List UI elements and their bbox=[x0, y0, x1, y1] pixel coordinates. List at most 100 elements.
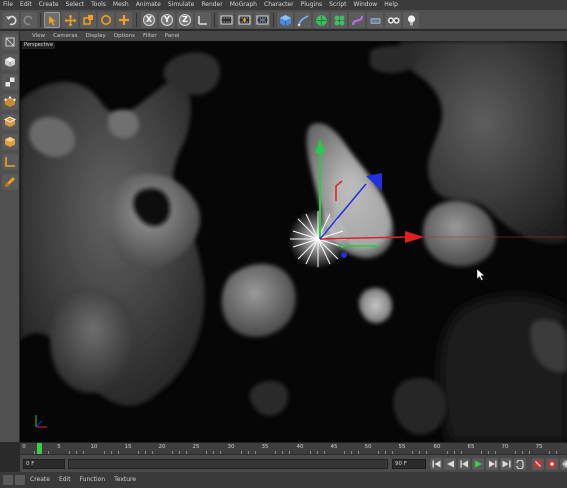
axis-mode-icon[interactable] bbox=[2, 174, 18, 190]
menu-edit[interactable]: Edit bbox=[20, 0, 32, 10]
perspective-viewport[interactable]: Perspective bbox=[20, 41, 567, 442]
cube-primitive-icon[interactable] bbox=[277, 12, 293, 28]
render-settings-icon[interactable] bbox=[254, 12, 270, 28]
autokey-icon[interactable] bbox=[546, 458, 558, 470]
workplane-icon[interactable] bbox=[2, 154, 18, 170]
undo-icon[interactable] bbox=[3, 12, 19, 28]
axis-y-toggle[interactable]: Y bbox=[159, 12, 175, 28]
move-tool-icon[interactable] bbox=[62, 12, 78, 28]
timeline-tick: 30 bbox=[227, 444, 235, 450]
menu-render[interactable]: Render bbox=[201, 0, 222, 10]
timeline-tick: 15 bbox=[124, 444, 132, 450]
timeline-tick: 25 bbox=[192, 444, 200, 450]
timeline-tick: 55 bbox=[398, 444, 406, 450]
coordinate-system-icon[interactable] bbox=[195, 12, 211, 28]
scale-tool-icon[interactable] bbox=[80, 12, 96, 28]
environment-icon[interactable] bbox=[367, 12, 383, 28]
make-editable-icon[interactable] bbox=[2, 34, 18, 50]
goto-end-icon[interactable] bbox=[500, 458, 512, 470]
menu-select[interactable]: Select bbox=[66, 0, 85, 10]
menu-mograph[interactable]: MoGraph bbox=[230, 0, 257, 10]
timeline-tick: 75 bbox=[535, 444, 543, 450]
end-frame-field[interactable]: 90 F bbox=[392, 459, 426, 469]
play-forward-icon[interactable] bbox=[472, 458, 484, 470]
goto-start-icon[interactable] bbox=[430, 458, 442, 470]
texture-mode-icon[interactable] bbox=[2, 74, 18, 90]
preview-range-slider[interactable] bbox=[68, 459, 388, 469]
timeline-tick: 45 bbox=[330, 444, 338, 450]
material-menu-texture[interactable]: Texture bbox=[114, 472, 136, 488]
edges-mode-icon[interactable] bbox=[2, 114, 18, 130]
timeline-tick: 0 bbox=[22, 444, 26, 450]
menu-character[interactable]: Character bbox=[264, 0, 294, 10]
menu-mesh[interactable]: Mesh bbox=[113, 0, 129, 10]
spline-pen-icon[interactable] bbox=[295, 12, 311, 28]
timeline-tick: 40 bbox=[296, 444, 304, 450]
render-picture-viewer-icon[interactable] bbox=[236, 12, 252, 28]
render-view-icon[interactable] bbox=[218, 12, 234, 28]
menu-window[interactable]: Window bbox=[354, 0, 378, 10]
menu-script[interactable]: Script bbox=[329, 0, 346, 10]
camera-icon[interactable] bbox=[385, 12, 401, 28]
axis-z-label: Z bbox=[182, 15, 188, 24]
rotate-tool-icon[interactable] bbox=[98, 12, 114, 28]
menu-animate[interactable]: Animate bbox=[136, 0, 161, 10]
start-frame-field[interactable]: 0 F bbox=[23, 459, 65, 469]
timeline-tick: 5 bbox=[57, 444, 61, 450]
menu-file[interactable]: File bbox=[3, 0, 13, 10]
points-mode-icon[interactable] bbox=[2, 94, 18, 110]
vp-menu-cameras[interactable]: Cameras bbox=[53, 31, 77, 41]
deformer-icon[interactable] bbox=[349, 12, 365, 28]
timeline-tick: 60 bbox=[433, 444, 441, 450]
record-keyframe-icon[interactable] bbox=[532, 458, 544, 470]
vp-menu-filter[interactable]: Filter bbox=[143, 31, 157, 41]
playback-controls: 0 F 90 F bbox=[20, 454, 567, 472]
array-cloner-icon[interactable] bbox=[331, 12, 347, 28]
menu-help[interactable]: Help bbox=[384, 0, 398, 10]
step-backward-icon[interactable] bbox=[458, 458, 470, 470]
loop-icon[interactable] bbox=[514, 458, 526, 470]
play-backward-icon[interactable] bbox=[444, 458, 456, 470]
timeline-tick: 65 bbox=[467, 444, 475, 450]
material-menu-create[interactable]: Create bbox=[30, 472, 50, 488]
select-tool-icon[interactable] bbox=[44, 12, 60, 28]
add-object-icon[interactable] bbox=[116, 12, 132, 28]
polygons-mode-icon[interactable] bbox=[2, 134, 18, 150]
material-manager-icons bbox=[3, 475, 27, 485]
redo-icon[interactable] bbox=[21, 12, 37, 28]
viewport-label: Perspective bbox=[22, 42, 55, 49]
axis-x-toggle[interactable]: X bbox=[141, 12, 157, 28]
nurbs-icon[interactable] bbox=[313, 12, 329, 28]
viewport-scene bbox=[20, 41, 567, 442]
timeline-tick: 20 bbox=[158, 444, 166, 450]
menu-create[interactable]: Create bbox=[39, 0, 59, 10]
timeline-tick: 70 bbox=[501, 444, 509, 450]
timeline-tick: 35 bbox=[261, 444, 269, 450]
timeline-ruler[interactable]: 0 5 10 15 20 25 30 35 40 45 50 55 60 65 … bbox=[20, 442, 567, 454]
blob-shape bbox=[440, 296, 567, 442]
material-menu-edit[interactable]: Edit bbox=[59, 472, 71, 488]
model-mode-icon[interactable] bbox=[2, 54, 18, 70]
menu-plugins[interactable]: Plugins bbox=[301, 0, 323, 10]
step-forward-icon[interactable] bbox=[486, 458, 498, 470]
light-icon[interactable] bbox=[403, 12, 419, 28]
list-view-icon[interactable] bbox=[15, 475, 25, 485]
menu-simulate[interactable]: Simulate bbox=[168, 0, 195, 10]
axis-x-label: X bbox=[145, 15, 153, 24]
axis-z-toggle[interactable]: Z bbox=[177, 12, 193, 28]
keyframe-selection-icon[interactable] bbox=[560, 458, 567, 470]
menu-tools[interactable]: Tools bbox=[91, 0, 106, 10]
vp-menu-display[interactable]: Display bbox=[86, 31, 106, 41]
vp-menu-view[interactable]: View bbox=[32, 31, 45, 41]
material-menu-function[interactable]: Function bbox=[80, 472, 106, 488]
axis-y-label: Y bbox=[164, 15, 170, 24]
vp-menu-options[interactable]: Options bbox=[114, 31, 135, 41]
timeline-tick: 50 bbox=[364, 444, 372, 450]
viewport-menu-bar: View Cameras Display Options Filter Pane… bbox=[20, 31, 567, 41]
blob-shape bbox=[50, 287, 136, 393]
vp-menu-panel[interactable]: Panel bbox=[165, 31, 180, 41]
material-manager-menu: Create Edit Function Texture bbox=[0, 472, 567, 488]
left-tool-palette bbox=[0, 31, 20, 442]
grid-view-icon[interactable] bbox=[3, 475, 13, 485]
main-menu-bar: File Edit Create Select Tools Mesh Anima… bbox=[0, 0, 567, 10]
